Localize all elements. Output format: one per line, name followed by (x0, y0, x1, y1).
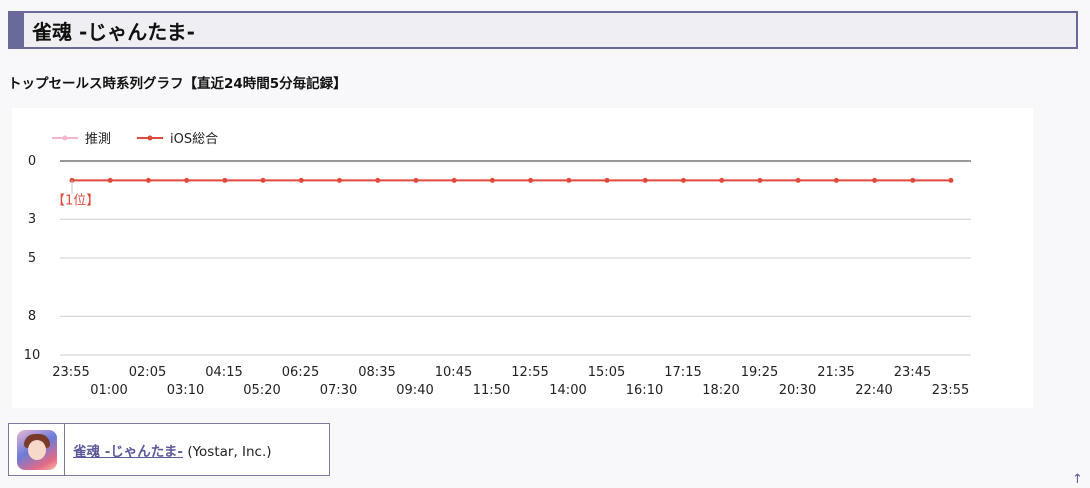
data-point (489, 177, 495, 183)
x-tick-label: 07:30 (320, 383, 357, 398)
x-tick-label: 02:05 (129, 365, 166, 380)
data-point (298, 177, 304, 183)
data-point (757, 177, 763, 183)
data-point (872, 177, 878, 183)
x-tick-label: 18:20 (702, 383, 739, 398)
x-tick-label: 20:30 (779, 383, 816, 398)
y-tick-label: 10 (24, 348, 41, 363)
x-tick-label: 04:15 (205, 365, 242, 380)
x-tick-label: 08:35 (358, 365, 395, 380)
x-tick-label: 23:55 (52, 365, 89, 380)
x-tick-label: 19:25 (741, 365, 778, 380)
legend-label-ios: iOS総合 (170, 132, 218, 147)
data-point (719, 177, 725, 183)
x-tick-label: 17:15 (664, 365, 701, 380)
chart-container: 0 3 5 8 10 23:55 02:05 04:15 06:25 08:35 10:45 12:5… (12, 108, 1033, 408)
x-tick-label: 09:40 (396, 383, 433, 398)
data-point (451, 177, 457, 183)
x-tick-label: 01:00 (90, 383, 127, 398)
x-tick-label: 10:45 (435, 365, 472, 380)
app-maker: (Yostar, Inc.) (187, 443, 272, 460)
x-tick-label: 21:35 (817, 365, 854, 380)
y-tick-label: 0 (28, 154, 36, 169)
app-icon-face (27, 439, 46, 460)
app-name-link[interactable]: 雀魂 -じゃんたま- (73, 444, 183, 460)
data-point (604, 177, 610, 183)
page-title-bar: 雀魂 -じゃんたま- (8, 11, 1078, 49)
data-point (145, 177, 151, 183)
data-point (642, 177, 648, 183)
data-point (910, 177, 916, 183)
app-card[interactable]: 雀魂 -じゃんたま- (Yostar, Inc.) (8, 423, 330, 476)
data-point (337, 177, 343, 183)
x-tick-label: 05:20 (243, 383, 280, 398)
title-accent (10, 13, 24, 47)
data-point (222, 177, 228, 183)
ranking-chart: 0 3 5 8 10 23:55 02:05 04:15 06:25 08:35 10:45 12:5… (24, 132, 971, 398)
data-point (413, 177, 419, 183)
y-tick-label: 5 (28, 251, 36, 266)
data-point (680, 177, 686, 183)
x-tick-label: 06:25 (282, 365, 319, 380)
scroll-top-arrow-icon[interactable]: ↑ (1072, 472, 1083, 487)
data-point (795, 177, 801, 183)
legend-marker-estimate (62, 135, 68, 141)
data-point (948, 177, 954, 183)
x-tick-label: 14:00 (549, 383, 586, 398)
x-tick-label: 03:10 (167, 383, 204, 398)
legend-label-estimate: 推測 (85, 132, 111, 147)
x-tick-label: 23:45 (894, 365, 931, 380)
y-tick-label: 3 (28, 212, 36, 227)
data-point (528, 177, 534, 183)
app-icon[interactable] (16, 429, 57, 470)
x-tick-label: 16:10 (626, 383, 663, 398)
app-icon-cell[interactable] (9, 424, 65, 475)
y-tick-label: 8 (28, 309, 36, 324)
data-point (375, 177, 381, 183)
rank-annotation: 【1位】 (52, 193, 99, 208)
page-title: 雀魂 -じゃんたま- (32, 19, 195, 44)
section-heading: トップセールス時系列グラフ【直近24時間5分毎記録】 (8, 76, 347, 92)
data-point (833, 177, 839, 183)
app-info: 雀魂 -じゃんたま- (Yostar, Inc.) (73, 440, 272, 460)
data-point (107, 177, 113, 183)
x-tick-label: 12:55 (511, 365, 548, 380)
legend-marker-ios (147, 135, 153, 141)
x-tick-label: 15:05 (588, 365, 625, 380)
x-tick-label: 23:55 (932, 383, 969, 398)
data-point (566, 177, 572, 183)
data-point (184, 177, 190, 183)
x-tick-label: 22:40 (855, 383, 892, 398)
x-tick-label: 11:50 (473, 383, 510, 398)
data-point (260, 177, 266, 183)
